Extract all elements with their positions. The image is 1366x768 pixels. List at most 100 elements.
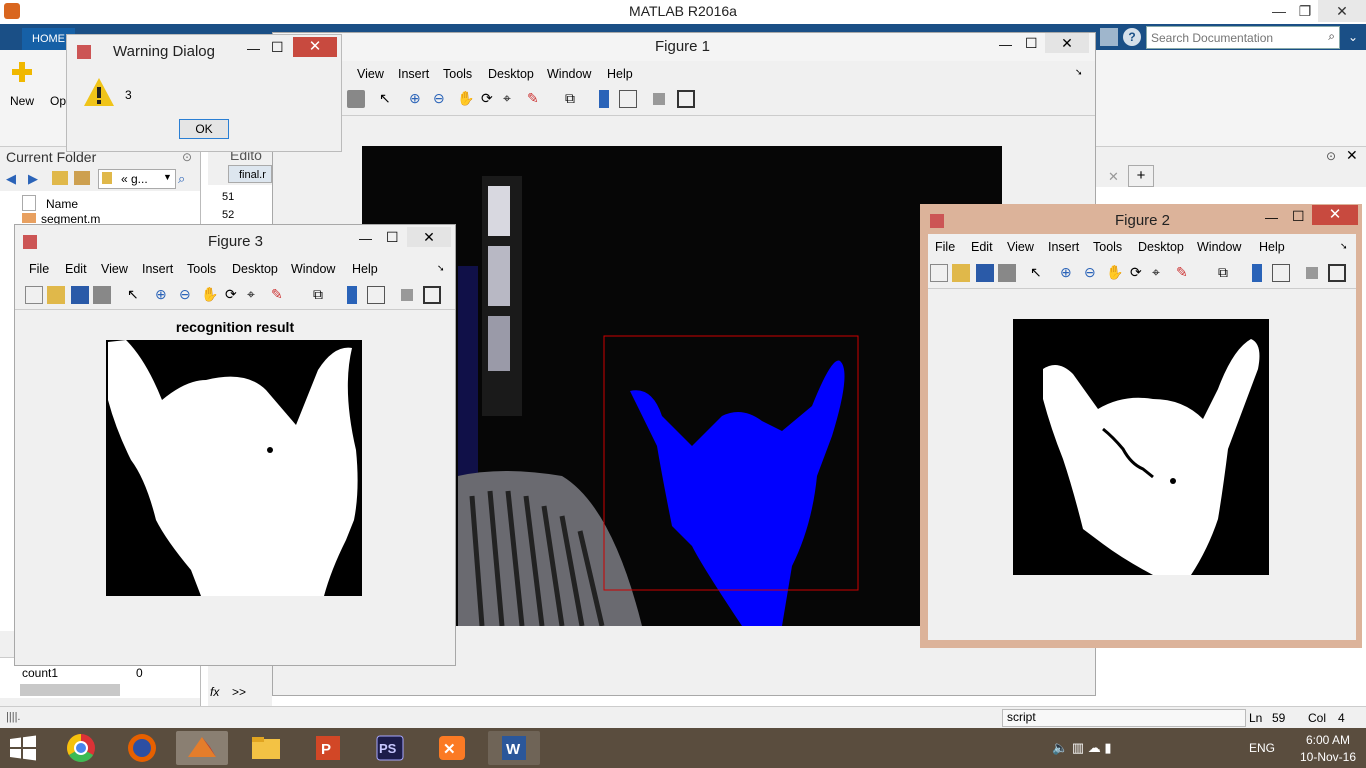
menu-edit[interactable]: Edit xyxy=(65,262,87,276)
link-icon[interactable]: ⧉ xyxy=(1218,264,1236,282)
menu-desktop[interactable]: Desktop xyxy=(1138,240,1184,254)
print-icon[interactable] xyxy=(93,286,111,304)
open-file-icon[interactable] xyxy=(47,286,65,304)
path-field[interactable]: « g... ▼ xyxy=(98,169,176,189)
hide-tools-icon[interactable] xyxy=(401,289,413,301)
new-figure-icon[interactable] xyxy=(930,264,948,282)
maximize-icon[interactable]: ☐ xyxy=(1292,208,1305,225)
search-input[interactable] xyxy=(1147,27,1313,48)
new-figure-icon[interactable] xyxy=(25,286,43,304)
close-icon[interactable]: ✕ xyxy=(407,227,451,247)
menu-view[interactable]: View xyxy=(101,262,128,276)
dock-arrow-icon[interactable]: ➘ xyxy=(1340,241,1348,252)
brush-icon[interactable]: ✎ xyxy=(271,286,289,304)
xampp-icon[interactable]: ✕ xyxy=(426,731,478,765)
search-folder-icon[interactable]: ⌕ xyxy=(178,171,185,187)
clock-date[interactable]: 10-Nov-16 xyxy=(1293,750,1363,764)
save-icon[interactable] xyxy=(976,264,994,282)
menu-insert[interactable]: Insert xyxy=(142,262,173,276)
save-icon[interactable] xyxy=(71,286,89,304)
menu-file[interactable]: File xyxy=(29,262,49,276)
data-cursor-icon[interactable]: ⌖ xyxy=(247,286,265,304)
photoshop-icon[interactable]: PS xyxy=(364,731,416,765)
data-cursor-icon[interactable]: ⌖ xyxy=(1152,264,1170,282)
menu-window[interactable]: Window xyxy=(1197,240,1241,254)
hide-tools-icon[interactable] xyxy=(653,93,665,105)
link-icon[interactable]: ⧉ xyxy=(565,90,583,108)
cloud-icon[interactable]: ☁ xyxy=(1088,740,1101,755)
pointer-icon[interactable]: ↖ xyxy=(379,90,397,108)
legend-icon[interactable] xyxy=(619,90,637,108)
close-tab-icon[interactable]: ✕ xyxy=(1108,169,1119,185)
pointer-icon[interactable]: ↖ xyxy=(1030,264,1048,282)
show-tools-icon[interactable] xyxy=(677,90,695,108)
dock-arrow-icon[interactable]: ➘ xyxy=(1075,67,1083,78)
back-icon[interactable]: ◀ xyxy=(6,171,22,186)
minimize-icon[interactable]: — xyxy=(247,41,260,56)
link-icon[interactable]: ⧉ xyxy=(313,286,331,304)
hide-tools-icon[interactable] xyxy=(1306,267,1318,279)
show-tools-icon[interactable] xyxy=(423,286,441,304)
network-icon[interactable]: ▥ xyxy=(1072,740,1084,755)
close-icon[interactable]: ✕ xyxy=(293,37,337,57)
file-explorer-icon[interactable] xyxy=(240,731,292,765)
menu-help[interactable]: Help xyxy=(607,67,633,81)
language-indicator[interactable]: ENG xyxy=(1249,741,1275,755)
menu-help[interactable]: Help xyxy=(352,262,378,276)
menu-insert[interactable]: Insert xyxy=(398,67,429,81)
brush-icon[interactable]: ✎ xyxy=(1176,264,1194,282)
zoom-in-icon[interactable]: ⊕ xyxy=(409,90,427,108)
minimize-icon[interactable]: — xyxy=(359,231,372,246)
panel-options-icon[interactable]: ⊙ xyxy=(1326,149,1336,163)
close-icon[interactable]: ✕ xyxy=(1312,205,1358,225)
volume-icon[interactable]: 🔈 xyxy=(1052,740,1068,755)
rotate-icon[interactable]: ⟳ xyxy=(481,90,499,108)
legend-icon[interactable] xyxy=(1272,264,1290,282)
zoom-out-icon[interactable]: ⊖ xyxy=(1084,264,1102,282)
menu-tools[interactable]: Tools xyxy=(443,67,472,81)
chevron-down-icon[interactable]: ▼ xyxy=(163,172,172,182)
colorbar-icon[interactable] xyxy=(1252,264,1262,282)
browse-folder-icon[interactable] xyxy=(74,171,90,185)
menu-view[interactable]: View xyxy=(357,67,384,81)
menu-view[interactable]: View xyxy=(1007,240,1034,254)
ok-button[interactable]: OK xyxy=(179,119,229,139)
battery-icon[interactable]: ▮ xyxy=(1104,740,1111,755)
open-file-icon[interactable] xyxy=(952,264,970,282)
new-button[interactable]: New xyxy=(10,94,34,108)
powerpoint-icon[interactable]: P xyxy=(302,731,354,765)
name-column-header[interactable]: Name xyxy=(46,197,78,211)
chrome-icon[interactable] xyxy=(55,731,107,765)
show-tools-icon[interactable] xyxy=(1328,264,1346,282)
up-folder-icon[interactable] xyxy=(52,171,68,185)
data-cursor-icon[interactable]: ⌖ xyxy=(503,90,521,108)
pan-icon[interactable]: ✋ xyxy=(1106,264,1124,282)
maximize-icon[interactable]: ☐ xyxy=(1025,35,1038,52)
minimize-icon[interactable]: — xyxy=(1265,210,1278,225)
menu-window[interactable]: Window xyxy=(547,67,591,81)
rotate-icon[interactable]: ⟳ xyxy=(1130,264,1148,282)
matlab-icon[interactable] xyxy=(176,731,228,765)
close-icon[interactable]: ✕ xyxy=(1318,0,1366,22)
new-icon[interactable] xyxy=(10,60,34,84)
help-icon[interactable]: ? xyxy=(1123,28,1141,46)
print-icon[interactable] xyxy=(347,90,365,108)
zoom-out-icon[interactable]: ⊖ xyxy=(179,286,197,304)
brush-icon[interactable]: ✎ xyxy=(527,90,545,108)
zoom-out-icon[interactable]: ⊖ xyxy=(433,90,451,108)
clock-time[interactable]: 6:00 AM xyxy=(1293,733,1363,747)
layout-icon[interactable] xyxy=(1100,28,1118,46)
forward-icon[interactable]: ▶ xyxy=(28,171,44,186)
colorbar-icon[interactable] xyxy=(599,90,609,108)
pointer-icon[interactable]: ↖ xyxy=(127,286,145,304)
menu-edit[interactable]: Edit xyxy=(971,240,993,254)
firefox-icon[interactable] xyxy=(116,731,168,765)
workspace-var-name[interactable]: count1 xyxy=(22,666,58,680)
menu-window[interactable]: Window xyxy=(291,262,335,276)
maximize-icon[interactable]: ❐ xyxy=(1290,0,1320,22)
maximize-icon[interactable]: ☐ xyxy=(271,39,284,56)
pan-icon[interactable]: ✋ xyxy=(201,286,219,304)
zoom-in-icon[interactable]: ⊕ xyxy=(155,286,173,304)
print-icon[interactable] xyxy=(998,264,1016,282)
close-panel-icon[interactable]: ✕ xyxy=(1346,147,1358,164)
